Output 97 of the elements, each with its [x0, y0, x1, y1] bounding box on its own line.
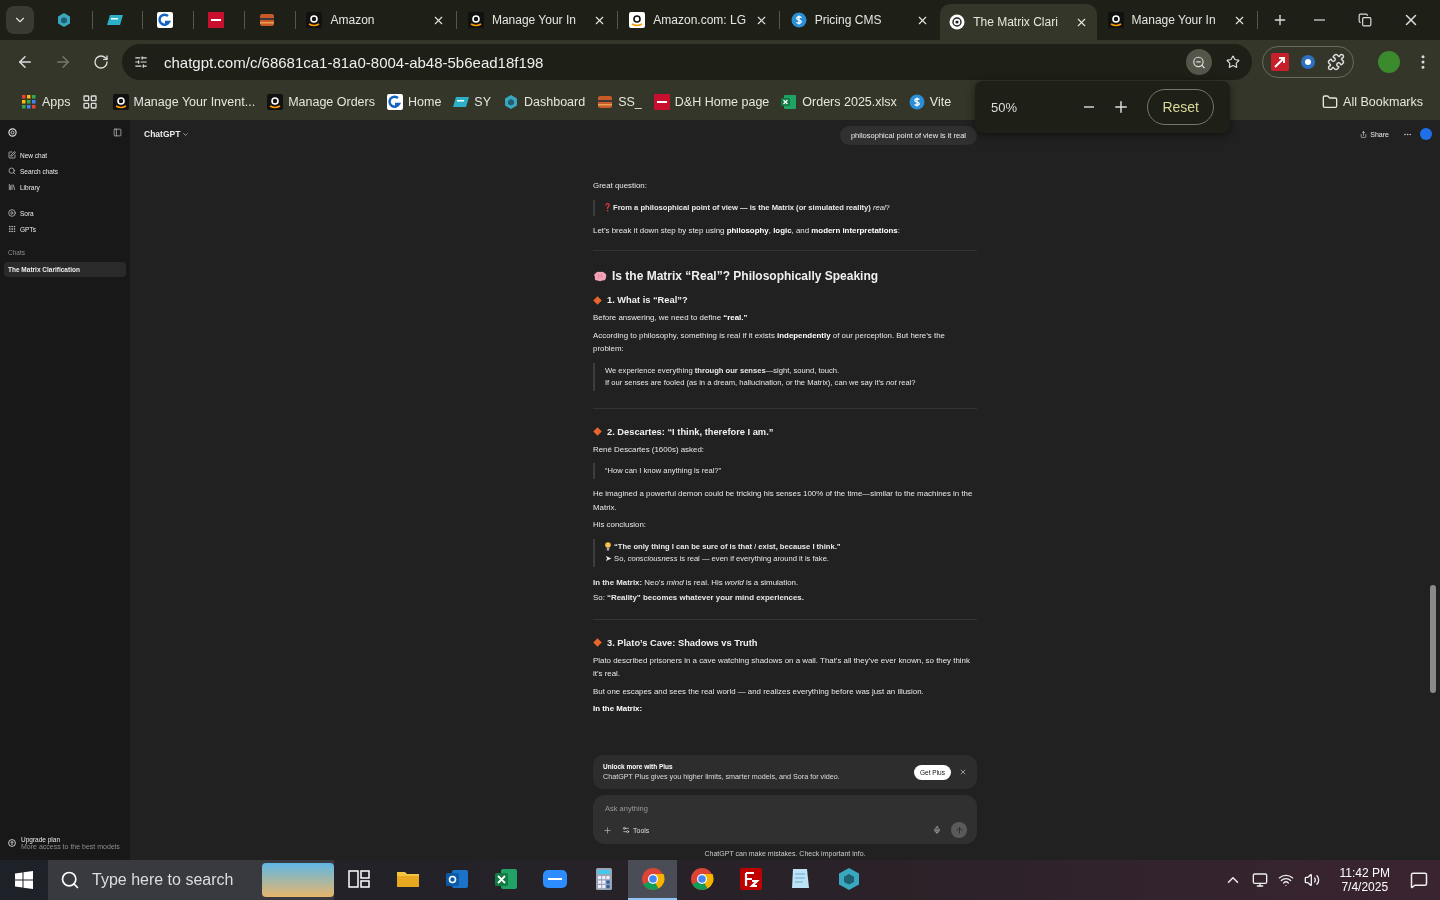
- site-icon: [267, 94, 284, 110]
- site-icon: [55, 12, 72, 28]
- sidebar-toggle-icon[interactable]: [113, 128, 122, 137]
- site-icon: [106, 12, 123, 28]
- subsection-heading: 1. What is “Real”?: [607, 295, 688, 305]
- site-icon: [653, 94, 670, 110]
- bookmark[interactable]: Dashboard: [498, 90, 591, 114]
- zoom-level: 50%: [991, 99, 1019, 115]
- site-icon: [208, 12, 224, 28]
- chevron-down-icon: [182, 130, 190, 138]
- site-icon: [503, 94, 519, 110]
- extension-icon[interactable]: [1271, 53, 1289, 71]
- search-highlight-picture: [262, 863, 334, 897]
- share-icon: [1360, 130, 1368, 138]
- bookmark[interactable]: Apps: [16, 90, 76, 114]
- logo-icon[interactable]: [8, 128, 17, 137]
- bookmark[interactable]: Manage Orders: [262, 90, 380, 114]
- browser-tab[interactable]: Manage Your In: [1098, 4, 1255, 36]
- model-selector[interactable]: ChatGPT: [138, 128, 196, 140]
- tab-groups-icon[interactable]: [81, 94, 98, 110]
- subsection-heading: 2. Descartes: “I think, therefore I am.”: [607, 426, 774, 437]
- site-icon: [387, 94, 403, 110]
- library-icon: [8, 183, 16, 191]
- sliders-icon: [134, 55, 148, 69]
- light-bulb-icon: [605, 542, 611, 551]
- subsection-heading: 3. Plato’s Cave: Shadows vs Truth: [607, 637, 758, 648]
- taskbar-search-field[interactable]: Type here to search: [48, 860, 334, 900]
- site-icon: [629, 12, 646, 28]
- microphone-icon[interactable]: [933, 826, 941, 834]
- site-icon: [157, 12, 174, 28]
- monitor-icon[interactable]: [1251, 872, 1268, 888]
- star-icon: [1226, 54, 1240, 70]
- tools-icon: [622, 826, 630, 834]
- site-icon: [306, 12, 323, 28]
- bookmark[interactable]: Manage Your Invent...: [107, 90, 261, 114]
- site-icon: [949, 14, 966, 30]
- bookmark[interactable]: Vite: [903, 90, 957, 114]
- browser-icon: [688, 866, 715, 892]
- browser-tab[interactable]: Pricing CMS: [781, 4, 939, 36]
- restore-icon: [1358, 13, 1372, 27]
- browser-icon: [639, 866, 666, 892]
- bookmark[interactable]: Home: [382, 90, 447, 114]
- site-icon: [112, 94, 129, 110]
- windows-logo-icon: [15, 871, 33, 889]
- question-mark-icon: [605, 203, 610, 212]
- search-icon: [60, 870, 80, 890]
- brain-icon: [593, 270, 607, 282]
- scrollbar-thumb[interactable]: [1430, 585, 1436, 693]
- spreadsheet-app-icon: [492, 866, 519, 892]
- compose-icon: [8, 151, 16, 159]
- grid-icon: [8, 225, 16, 233]
- all-bookmarks-link[interactable]: All Bookmarks: [1317, 90, 1428, 114]
- site-icon: [908, 94, 925, 110]
- clock[interactable]: 11:42 PM 7/4/2025: [1339, 866, 1390, 894]
- upgrade-icon: [8, 839, 16, 847]
- search-icon: [8, 167, 16, 175]
- bookmark[interactable]: SY: [448, 90, 496, 114]
- site-icon: [467, 12, 484, 28]
- browser-tab[interactable]: Amazon: [297, 4, 454, 36]
- zoom-out-icon: [1192, 54, 1206, 70]
- site-icon: [1107, 12, 1124, 28]
- bookmark[interactable]: SS_: [592, 90, 647, 114]
- diamond-icon: [593, 427, 602, 436]
- plus-icon[interactable]: [603, 825, 612, 835]
- reload-icon: [93, 54, 109, 70]
- minimize-icon: [1313, 19, 1325, 21]
- site-icon: [258, 12, 275, 28]
- address-bar[interactable]: chatgpt.com/c/68681ca1-81a0-8004-ab48-5b6ead18f198: [122, 44, 1252, 80]
- browser-tab[interactable]: The Matrix Clari: [940, 4, 1097, 40]
- notifications-icon[interactable]: [1410, 871, 1428, 889]
- profile-avatar[interactable]: [1378, 51, 1400, 73]
- diamond-icon: [593, 295, 602, 305]
- bookmark[interactable]: D&H Home page: [648, 90, 775, 114]
- minus-icon: [1084, 106, 1095, 108]
- file-transfer-icon: [737, 866, 764, 892]
- volume-icon[interactable]: [1303, 872, 1320, 888]
- profile-avatar[interactable]: [1420, 128, 1432, 140]
- section-heading: Is the Matrix “Real”? Philosophically Speaking: [612, 269, 879, 283]
- bookmark[interactable]: Orders 2025.xlsx: [776, 90, 902, 114]
- forward-arrow-icon: [54, 53, 72, 71]
- network-icon[interactable]: [1277, 872, 1294, 888]
- browser-tab[interactable]: Manage Your In: [458, 4, 616, 36]
- extension-icon[interactable]: [1299, 53, 1317, 71]
- arrow-up-icon: [954, 825, 964, 835]
- diamond-icon: [593, 638, 602, 647]
- extensions-icon[interactable]: [1327, 53, 1345, 71]
- browser-tab[interactable]: Amazon.com: LG: [620, 4, 777, 36]
- site-icon: [781, 94, 798, 110]
- tab-search-button[interactable]: [6, 6, 34, 34]
- zoom-button[interactable]: [1186, 49, 1212, 75]
- site-icon: [597, 94, 614, 110]
- folder-icon: [1322, 94, 1339, 110]
- site-icon: [790, 12, 807, 28]
- taskbar-search-input[interactable]: Type here to search: [90, 870, 252, 890]
- site-icon: [453, 94, 470, 110]
- apps-grid-icon: [21, 94, 37, 110]
- play-icon: [8, 209, 16, 217]
